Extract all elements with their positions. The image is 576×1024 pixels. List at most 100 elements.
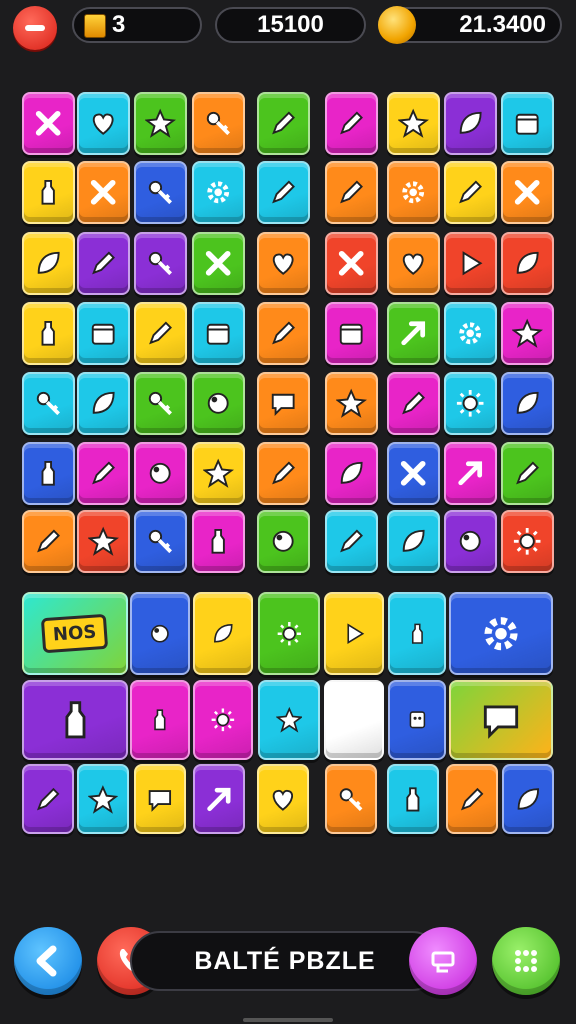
puzzle-tile[interactable] <box>192 510 245 573</box>
puzzle-tile[interactable] <box>192 161 245 224</box>
puzzle-tile[interactable] <box>444 442 497 505</box>
puzzle-tile[interactable] <box>134 92 187 155</box>
puzzle-tile[interactable] <box>257 764 309 834</box>
puzzle-tile[interactable] <box>257 510 310 573</box>
puzzle-tile[interactable] <box>77 92 130 155</box>
puzzle-tile[interactable] <box>77 442 130 505</box>
puzzle-tile[interactable] <box>77 510 130 573</box>
grid-menu-button[interactable] <box>492 927 560 995</box>
puzzle-tile[interactable] <box>257 302 310 365</box>
puzzle-tile[interactable] <box>387 442 440 505</box>
puzzle-tile[interactable] <box>444 92 497 155</box>
puzzle-tile[interactable] <box>257 92 310 155</box>
puzzle-tile[interactable] <box>22 764 74 834</box>
puzzle-tile[interactable] <box>444 372 497 435</box>
puzzle-tile[interactable] <box>387 92 440 155</box>
puzzle-tile[interactable] <box>444 510 497 573</box>
puzzle-tile[interactable] <box>325 764 377 834</box>
puzzle-tile[interactable] <box>501 92 554 155</box>
puzzle-tile[interactable] <box>134 302 187 365</box>
puzzle-tile[interactable] <box>258 680 320 760</box>
puzzle-tile[interactable] <box>324 680 384 760</box>
puzzle-tile[interactable] <box>134 372 187 435</box>
puzzle-tile[interactable] <box>134 510 187 573</box>
puzzle-tile[interactable] <box>193 764 245 834</box>
puzzle-tile[interactable] <box>444 302 497 365</box>
puzzle-tile[interactable] <box>22 372 75 435</box>
puzzle-tile[interactable] <box>77 372 130 435</box>
puzzle-tile[interactable] <box>22 161 75 224</box>
puzzle-tile[interactable] <box>501 232 554 295</box>
puzzle-tile[interactable] <box>325 442 378 505</box>
puzzle-tile[interactable] <box>22 680 128 760</box>
bottle-icon <box>41 321 56 346</box>
puzzle-tile[interactable] <box>130 592 190 675</box>
puzzle-tile[interactable] <box>502 764 554 834</box>
puzzle-tile[interactable] <box>257 232 310 295</box>
puzzle-tile[interactable] <box>192 92 245 155</box>
puzzle-tile[interactable] <box>257 372 310 435</box>
puzzle-tile[interactable] <box>387 510 440 573</box>
calendar-icon <box>340 324 363 345</box>
play-icon <box>462 251 483 276</box>
puzzle-tile[interactable] <box>324 592 384 675</box>
puzzle-tile[interactable] <box>325 232 378 295</box>
puzzle-tile[interactable] <box>501 372 554 435</box>
puzzle-tile[interactable] <box>387 302 440 365</box>
puzzle-tile[interactable] <box>22 232 75 295</box>
puzzle-tile[interactable] <box>22 302 75 365</box>
puzzle-tile[interactable] <box>193 680 253 760</box>
puzzle-tile[interactable] <box>77 764 129 834</box>
puzzle-tile[interactable] <box>501 510 554 573</box>
puzzle-tile[interactable] <box>501 442 554 505</box>
puzzle-tile[interactable] <box>449 680 553 760</box>
puzzle-tile[interactable] <box>192 232 245 295</box>
puzzle-tile[interactable] <box>325 161 378 224</box>
puzzle-tile[interactable] <box>192 302 245 365</box>
puzzle-tile[interactable] <box>134 161 187 224</box>
puzzle-tile[interactable] <box>449 592 553 675</box>
puzzle-tile[interactable] <box>130 680 190 760</box>
puzzle-tile[interactable] <box>387 161 440 224</box>
back-button[interactable] <box>14 927 82 995</box>
puzzle-tile[interactable] <box>192 442 245 505</box>
arrow-icon <box>458 461 483 486</box>
puzzle-tile[interactable] <box>387 372 440 435</box>
bottle-icon <box>65 701 85 739</box>
puzzle-tile[interactable] <box>77 302 130 365</box>
puzzle-tile[interactable] <box>192 372 245 435</box>
puzzle-tile[interactable] <box>134 764 186 834</box>
leaf-icon <box>460 112 482 134</box>
puzzle-tile[interactable] <box>325 92 378 155</box>
puzzle-tile[interactable] <box>501 161 554 224</box>
puzzle-tile[interactable] <box>501 302 554 365</box>
pencil-icon <box>37 787 60 810</box>
puzzle-tile[interactable] <box>77 161 130 224</box>
puzzle-tile[interactable] <box>388 592 446 675</box>
puzzle-tile[interactable] <box>257 442 310 505</box>
puzzle-tile[interactable] <box>77 232 130 295</box>
puzzle-tile[interactable] <box>387 764 439 834</box>
puzzle-tile[interactable] <box>134 442 187 505</box>
puzzle-tile[interactable] <box>134 232 187 295</box>
puzzle-tile[interactable] <box>325 510 378 573</box>
puzzle-tile[interactable] <box>444 232 497 295</box>
puzzle-tile[interactable] <box>325 302 378 365</box>
share-button[interactable] <box>409 927 477 995</box>
puzzle-tile[interactable] <box>257 161 310 224</box>
puzzle-tile[interactable]: NOS <box>22 592 128 675</box>
puzzle-tile[interactable] <box>258 592 320 675</box>
puzzle-tile[interactable] <box>388 680 446 760</box>
puzzle-tile[interactable] <box>193 592 253 675</box>
puzzle-tile[interactable] <box>446 764 498 834</box>
heart-icon <box>273 253 294 276</box>
puzzle-tile[interactable] <box>22 442 75 505</box>
puzzle-tile[interactable] <box>325 372 378 435</box>
puzzle-tile[interactable] <box>22 92 75 155</box>
puzzle-tile[interactable] <box>387 232 440 295</box>
pencil-icon <box>340 180 364 204</box>
pencil-icon <box>402 391 426 415</box>
puzzle-tile[interactable] <box>22 510 75 573</box>
star-icon <box>203 458 234 489</box>
puzzle-tile[interactable] <box>444 161 497 224</box>
